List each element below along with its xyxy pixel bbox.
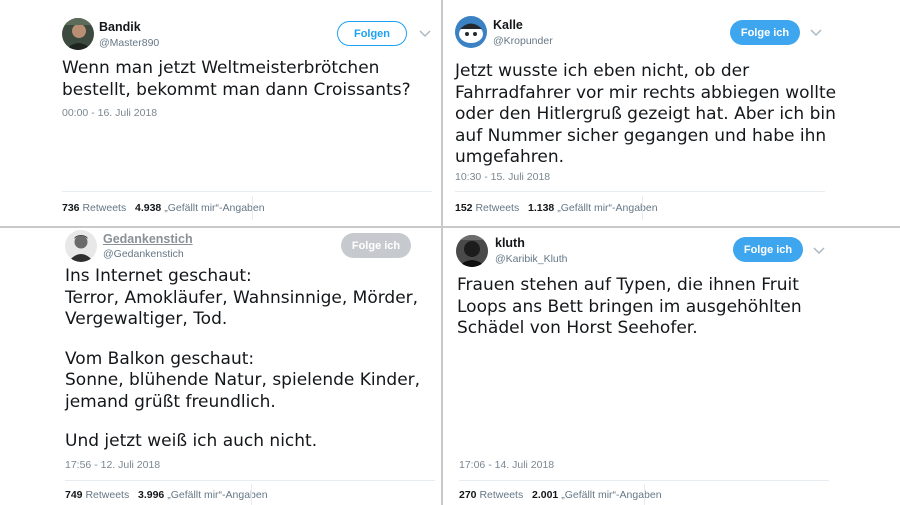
tweet-text-line: bestellt, bekommt man dann Croissants? <box>62 79 411 100</box>
tweet-text-line: umgefahren. <box>455 147 565 167</box>
user-name[interactable]: Gedankenstich <box>103 232 193 246</box>
user-handle[interactable]: @Master890 <box>99 37 159 49</box>
like-label[interactable]: „Gefällt mir“-Angaben <box>164 202 264 214</box>
tweet-text-blank <box>65 413 420 431</box>
tweet-text-line: jemand grüßt freundlich. <box>65 391 276 412</box>
tweet-text-line: Und jetzt weiß ich auch nicht. <box>65 431 318 451</box>
stats-separator <box>459 480 829 481</box>
retweet-count[interactable]: 152 <box>455 202 473 214</box>
tweet-timestamp[interactable]: 10:30 - 15. Juli 2018 <box>455 171 550 183</box>
tweet-text-line: Vom Balkon geschaut: <box>65 348 255 369</box>
tweet-stats: 152 Retweets 1.138 „Gefällt mir“-Angaben <box>455 202 658 214</box>
stats-divider <box>252 196 253 220</box>
following-button[interactable]: Folge ich <box>341 233 411 258</box>
like-count[interactable]: 1.138 <box>528 202 554 214</box>
retweet-count[interactable]: 736 <box>62 202 80 214</box>
avatar[interactable] <box>62 18 94 50</box>
user-name[interactable]: kluth <box>495 236 525 250</box>
tweet-text-line: auf Nummer sicher gegangen und habe ihn <box>455 125 827 146</box>
tweet-text-line: Fahrradfahrer vor mir rechts abbiegen wo… <box>455 82 837 103</box>
tweet-stats: 749 Retweets 3.996 „Gefällt mir“-Angaben <box>65 489 268 501</box>
tweet-text: Wenn man jetzt Weltmeisterbrötchen beste… <box>62 58 411 101</box>
tweet-text-line: Loops ans Bett bringen im ausgehöhlten <box>457 296 802 317</box>
tweet-stats: 736 Retweets 4.938 „Gefällt mir“-Angaben <box>62 202 265 214</box>
stats-separator <box>65 480 435 481</box>
user-handle[interactable]: @Gedankenstich <box>103 248 184 260</box>
tweet-timestamp[interactable]: 17:06 - 14. Juli 2018 <box>459 459 554 471</box>
avatar[interactable] <box>455 16 487 48</box>
tweet-text-line: Sonne, blühende Natur, spielende Kinder, <box>65 370 421 390</box>
like-count[interactable]: 3.996 <box>138 489 164 501</box>
tweet-text-line: Vergewaltiger, Tod. <box>65 309 228 329</box>
tweet-text-line: Frauen stehen auf Typen, die ihnen Fruit <box>457 275 799 295</box>
following-button[interactable]: Folge ich <box>730 20 800 45</box>
like-count[interactable]: 2.001 <box>532 489 558 501</box>
tweet-text-line: Schädel von Horst Seehofer. <box>457 318 698 338</box>
tweet-text-line: Ins Internet geschaut: <box>65 266 252 286</box>
avatar[interactable] <box>456 235 488 267</box>
stats-separator <box>62 191 432 192</box>
chevron-down-icon[interactable] <box>809 28 823 38</box>
tweet-text-line: Wenn man jetzt Weltmeisterbrötchen <box>62 58 380 78</box>
stats-separator <box>455 191 825 192</box>
retweet-label[interactable]: Retweets <box>479 489 523 501</box>
stats-divider <box>642 196 643 220</box>
tweet-text-line: oder den Hitlergruß gezeigt hat. Aber ic… <box>455 104 836 124</box>
user-name[interactable]: Kalle <box>493 18 523 32</box>
user-handle[interactable]: @Karibik_Kluth <box>495 253 568 265</box>
retweet-label[interactable]: Retweets <box>82 202 126 214</box>
user-handle[interactable]: @Kropunder <box>493 35 553 47</box>
like-label[interactable]: „Gefällt mir“-Angaben <box>167 489 267 501</box>
tweet-text: Frauen stehen auf Typen, die ihnen Fruit… <box>457 275 802 340</box>
tweet-text: Ins Internet geschaut: Terror, Amokläufe… <box>65 266 420 453</box>
chevron-down-icon[interactable] <box>812 246 826 256</box>
retweet-label[interactable]: Retweets <box>85 489 129 501</box>
tweet-text: Jetzt wusste ich eben nicht, ob der Fahr… <box>455 61 836 169</box>
stats-divider <box>251 484 252 505</box>
following-button[interactable]: Folge ich <box>733 237 803 262</box>
tweet-text-line: Jetzt wusste ich eben nicht, ob der <box>455 61 750 81</box>
chevron-down-icon[interactable] <box>418 29 432 39</box>
stats-divider <box>644 484 645 505</box>
retweet-count[interactable]: 749 <box>65 489 83 501</box>
like-label[interactable]: „Gefällt mir“-Angaben <box>561 489 661 501</box>
like-count[interactable]: 4.938 <box>135 202 161 214</box>
retweet-label[interactable]: Retweets <box>475 202 519 214</box>
tweet-text-line: Terror, Amokläufer, Wahnsinnige, Mörder, <box>65 287 419 308</box>
avatar[interactable] <box>65 230 97 262</box>
tweet-text-blank <box>65 331 420 349</box>
retweet-count[interactable]: 270 <box>459 489 477 501</box>
tweet-stats: 270 Retweets 2.001 „Gefällt mir“-Angaben <box>459 489 662 501</box>
tweet-timestamp[interactable]: 17:56 - 12. Juli 2018 <box>65 459 160 471</box>
tweet-timestamp[interactable]: 00:00 - 16. Juli 2018 <box>62 107 157 119</box>
panel-divider-horizontal <box>0 226 900 228</box>
panel-divider-vertical <box>441 0 443 505</box>
follow-button[interactable]: Folgen <box>337 21 407 46</box>
user-name[interactable]: Bandik <box>99 20 141 34</box>
